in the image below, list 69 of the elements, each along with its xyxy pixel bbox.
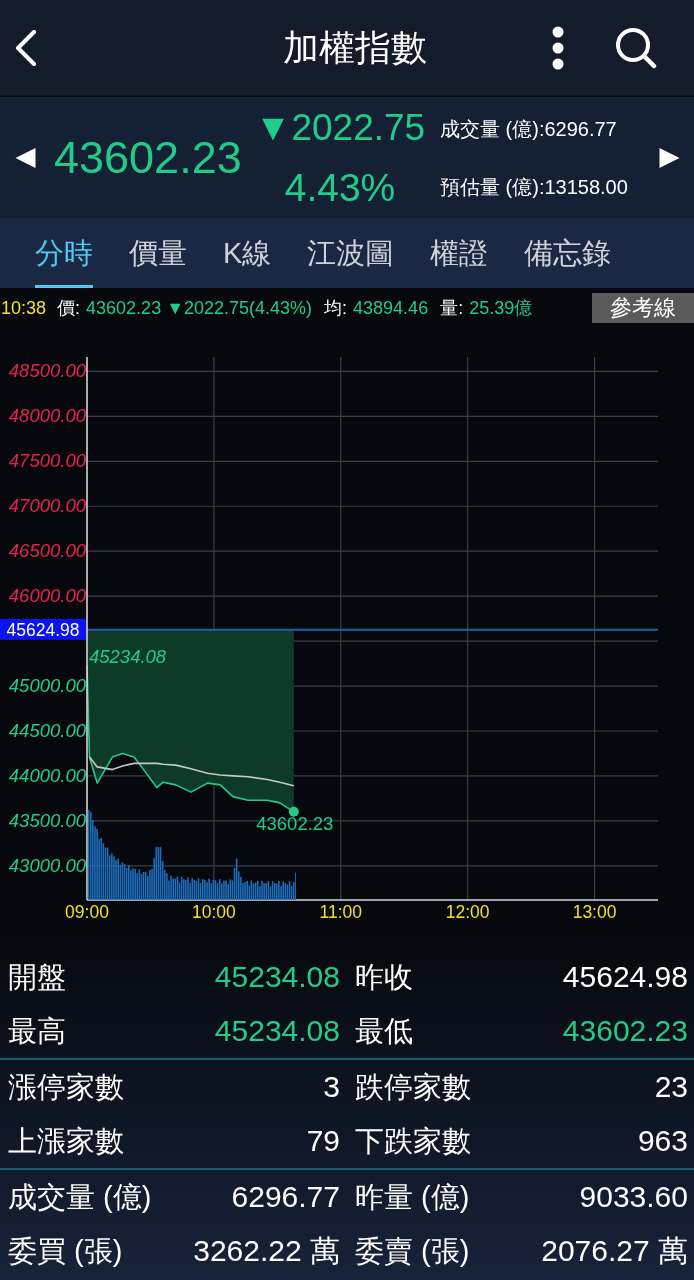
price-change: ▼2022.75: [254, 108, 426, 146]
stat-value: 3262.22 萬: [193, 1236, 340, 1266]
stat-value: 9033.60: [579, 1182, 688, 1212]
ref-line-label: 45624.98: [6, 619, 80, 640]
stat-value: 45234.08: [214, 962, 340, 992]
stat-label: 跌停家數: [355, 1072, 471, 1102]
tab[interactable]: 江波圖: [307, 218, 395, 288]
volume-text: 成交量 (億):6296.77: [440, 118, 618, 139]
estimated-volume-text: 預估量 (億):13158.00: [440, 176, 629, 197]
left-triangle-icon[interactable]: [15, 147, 36, 168]
y-axis-label: 48000.00: [8, 405, 86, 427]
y-axis-label: 46000.00: [8, 585, 86, 607]
stat-label: 委買 (張): [8, 1236, 123, 1266]
x-axis-label: 10:00: [192, 902, 236, 922]
last-price-label: 43602.23: [256, 812, 334, 834]
stat-value: 2076.27 萬: [541, 1236, 688, 1266]
right-triangle-icon[interactable]: [659, 147, 680, 168]
last-price-marker-icon: [288, 806, 299, 817]
search-icon[interactable]: [615, 26, 657, 69]
stat-label: 開盤: [8, 962, 66, 992]
stat-value: 79: [306, 1126, 340, 1156]
x-axis-label: 11:00: [319, 902, 363, 922]
stat-value: 3: [323, 1072, 340, 1102]
info-label: 價:: [57, 298, 81, 317]
y-axis-label: 43500.00: [8, 809, 86, 831]
page-title: 加權指數: [282, 29, 427, 66]
time-label: 10:38: [1, 298, 47, 317]
stat-value: 6296.77: [231, 1182, 340, 1212]
info-value: 25.39億: [469, 298, 533, 317]
info-label: 均:: [324, 298, 348, 317]
stat-label: 最低: [355, 1016, 413, 1046]
stat-value: 963: [637, 1126, 688, 1156]
stat-label: 最高: [8, 1016, 66, 1046]
stat-value: 23: [654, 1072, 688, 1102]
stat-value: 45234.08: [214, 1016, 340, 1046]
x-axis-label: 12:00: [445, 902, 490, 922]
info-value: 43894.46: [353, 298, 429, 317]
back-icon[interactable]: [15, 29, 37, 66]
stat-label: 昨收: [355, 962, 413, 992]
open-price-label: 45234.08: [89, 646, 167, 667]
stat-label: 昨量 (億): [355, 1182, 470, 1212]
more-options-icon[interactable]: [552, 25, 564, 70]
tab[interactable]: K線: [223, 218, 272, 288]
stat-label: 委賣 (張): [355, 1236, 470, 1266]
stat-label: 下跌家數: [355, 1126, 471, 1156]
y-axis-label: 45000.00: [8, 675, 86, 697]
y-axis-label: 48500.00: [8, 360, 86, 382]
tab[interactable]: 價量: [129, 218, 187, 288]
x-axis-label: 13:00: [572, 902, 617, 922]
x-axis-label: 09:00: [65, 902, 109, 922]
stat-label: 上漲家數: [8, 1126, 124, 1156]
change-percent: 4.43%: [284, 167, 396, 207]
y-axis-label: 44000.00: [8, 764, 86, 786]
y-axis-label: 44500.00: [8, 720, 86, 741]
y-axis-label: 43000.00: [8, 854, 86, 876]
stat-label: 成交量 (億): [8, 1182, 152, 1212]
stat-label: 漲停家數: [8, 1072, 124, 1102]
reference-line-button[interactable]: 參考線: [592, 292, 694, 323]
y-axis-label: 47000.00: [8, 495, 86, 517]
y-axis-label: 46500.00: [8, 540, 86, 562]
info-label: 量:: [440, 298, 464, 317]
stat-value: 43602.23: [562, 1016, 688, 1046]
tab[interactable]: 備忘錄: [524, 218, 612, 288]
info-value: 43602.23 ▼2022.75(4.43%): [86, 298, 313, 317]
index-price: 43602.23: [54, 135, 243, 180]
y-axis-label: 47500.00: [8, 450, 86, 472]
tab[interactable]: 權證: [430, 218, 489, 288]
reference-price-tag: 45624.98: [0, 618, 86, 640]
stat-value: 45624.98: [562, 962, 688, 992]
